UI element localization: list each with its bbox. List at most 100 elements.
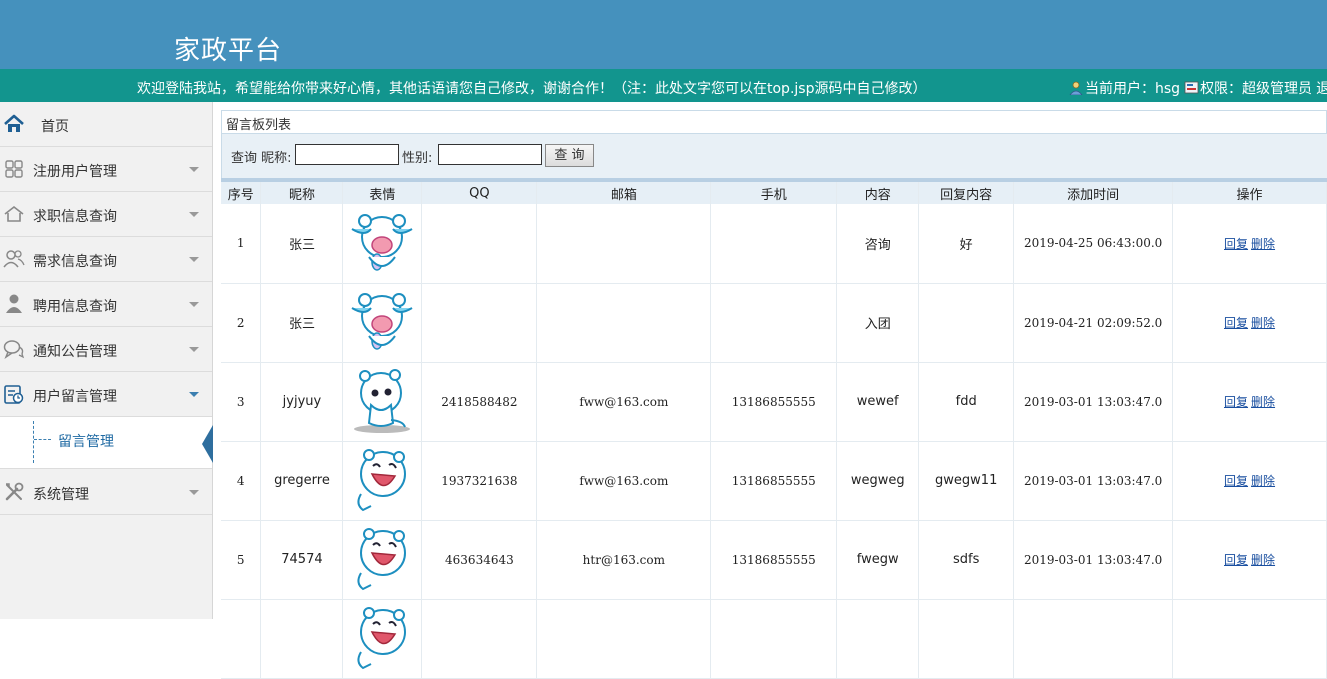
table-row: 1 张三 咨询好 2019-04-25 06:43:00.0 回复 删除	[221, 204, 1327, 284]
table-row: 5 74574 463634643 htr@163.com 13186855555 fwe…	[221, 520, 1327, 600]
tools-icon	[5, 482, 24, 501]
sidebar-item-notice-management[interactable]: 通知公告管理	[0, 327, 212, 372]
column-header: 操作	[1172, 182, 1327, 204]
cell-content: wewef	[836, 362, 920, 442]
submenu-item-message-admin[interactable]: 留言管理	[58, 431, 114, 451]
cell-index: 3	[221, 362, 262, 442]
tree-line	[33, 421, 34, 463]
sidebar-item-label: 用户留言管理	[33, 389, 117, 405]
chevron-down-icon	[189, 212, 199, 217]
reply-link[interactable]: 回复	[1224, 316, 1248, 330]
sidebar-item-hire-search[interactable]: 聘用信息查询	[0, 282, 212, 327]
cell-email	[536, 599, 712, 679]
column-header: 表情	[342, 182, 423, 204]
cell-email	[536, 283, 712, 363]
users-icon	[3, 250, 25, 268]
delete-link[interactable]: 删除	[1251, 237, 1275, 251]
cell-face	[342, 441, 423, 521]
delete-link[interactable]: 删除	[1251, 395, 1275, 409]
cell-time: 2019-03-01 13:03:47.0	[1013, 362, 1174, 442]
cell-actions: 回复 删除	[1172, 520, 1327, 600]
cell-index: 5	[221, 520, 262, 600]
cell-phone: 13186855555	[710, 441, 838, 521]
gender-input[interactable]	[438, 144, 542, 165]
grid-icon	[5, 160, 23, 178]
cell-qq: 1937321638	[421, 441, 538, 521]
cell-qq	[421, 283, 538, 363]
cell-index: 4	[221, 441, 262, 521]
laughing-bear-face-icon	[343, 523, 421, 596]
user-info: 当前用户：hsg 权限：超级管理员 退	[1069, 78, 1327, 98]
gender-label: 性别:	[402, 151, 433, 166]
cell-phone	[710, 599, 838, 679]
cell-reply: 好	[918, 204, 1015, 284]
sidebar-item-demand-search[interactable]: 需求信息查询	[0, 237, 212, 282]
sidebar-item-home[interactable]: 首页	[0, 102, 212, 147]
cell-content: 入团	[836, 283, 920, 363]
cell-qq: 2418588482	[421, 362, 538, 442]
cell-phone	[710, 283, 838, 363]
sidebar-item-job-search[interactable]: 求职信息查询	[0, 192, 212, 237]
cell-content: 咨询	[836, 204, 920, 284]
cell-reply	[918, 283, 1015, 363]
house-icon	[4, 205, 24, 222]
cell-nickname: jyjyuy	[260, 362, 344, 442]
logout-link[interactable]: 退	[1316, 78, 1327, 98]
delete-link[interactable]: 删除	[1251, 316, 1275, 330]
crying-bear-face-icon	[343, 207, 421, 280]
search-button[interactable]: 查 询	[545, 144, 594, 167]
delete-link[interactable]: 删除	[1251, 553, 1275, 567]
column-header: 手机	[710, 182, 838, 204]
cell-index: 2	[221, 283, 262, 363]
message-table: 序号 昵称 表情 QQ 邮箱 手机 内容 回复内容 添加时间 操作 1 张三 咨询好…	[221, 182, 1327, 679]
cell-face	[342, 283, 423, 363]
reply-link[interactable]: 回复	[1224, 237, 1248, 251]
cell-nickname: gregerre	[260, 441, 344, 521]
reply-link[interactable]: 回复	[1224, 395, 1248, 409]
sidebar-item-message-management[interactable]: 用户留言管理	[0, 372, 212, 417]
sidebar-item-label: 系统管理	[33, 487, 89, 503]
user-icon	[1069, 81, 1083, 95]
current-user-label: 当前用户：hsg	[1085, 81, 1181, 97]
cell-email	[536, 204, 712, 284]
cell-time: 2019-04-25 06:43:00.0	[1013, 204, 1174, 284]
cell-nickname: 张三	[260, 283, 344, 363]
cell-actions: 回复 删除	[1172, 362, 1327, 442]
crying-bear-face-icon	[343, 286, 421, 359]
cell-nickname: 张三	[260, 204, 344, 284]
nickname-input[interactable]	[295, 144, 399, 165]
reply-link[interactable]: 回复	[1224, 553, 1248, 567]
cell-content	[836, 599, 920, 679]
cell-face	[342, 362, 423, 442]
sidebar-item-label: 聘用信息查询	[33, 299, 117, 315]
chevron-down-icon	[189, 257, 199, 262]
chevron-down-icon	[189, 392, 199, 397]
cell-reply: gwegw11	[918, 441, 1015, 521]
cell-email: htr@163.com	[536, 520, 712, 600]
thinking-bear-face-icon	[343, 365, 421, 438]
cell-phone	[710, 204, 838, 284]
reply-link[interactable]: 回复	[1224, 474, 1248, 488]
cell-qq	[421, 599, 538, 679]
cell-actions: 回复 删除	[1172, 283, 1327, 363]
cell-index	[221, 599, 262, 679]
sidebar-item-user-management[interactable]: 注册用户管理	[0, 147, 212, 192]
cell-reply: sdfs	[918, 520, 1015, 600]
laughing-bear-face-icon	[343, 444, 421, 517]
delete-link[interactable]: 删除	[1251, 474, 1275, 488]
permission-icon	[1184, 81, 1199, 94]
welcome-message: 欢迎登陆我站，希望能给你带来好心情，其他话语请您自己修改，谢谢合作！（注：此处文…	[137, 81, 927, 97]
cell-phone: 13186855555	[710, 362, 838, 442]
table-header-row: 序号 昵称 表情 QQ 邮箱 手机 内容 回复内容 添加时间 操作	[221, 182, 1327, 204]
cell-qq	[421, 204, 538, 284]
role-label: 权限：超级管理员	[1200, 81, 1313, 97]
table-row: 3 jyjyuy 2418588482 fww@163.com 13186855555 w…	[221, 362, 1327, 442]
sidebar-item-system-management[interactable]: 系统管理	[0, 470, 212, 515]
sidebar-item-label: 注册用户管理	[33, 164, 117, 180]
info-bar: 欢迎登陆我站，希望能给你带来好心情，其他话语请您自己修改，谢谢合作！（注：此处文…	[0, 69, 1327, 102]
cell-qq: 463634643	[421, 520, 538, 600]
table-row: 2 张三 入团 2019-04-21 02:09:52.0 回复 删除	[221, 283, 1327, 363]
cell-email: fww@163.com	[536, 441, 712, 521]
cell-time: 2019-03-01 13:03:47.0	[1013, 441, 1174, 521]
cell-time: 2019-04-21 02:09:52.0	[1013, 283, 1174, 363]
